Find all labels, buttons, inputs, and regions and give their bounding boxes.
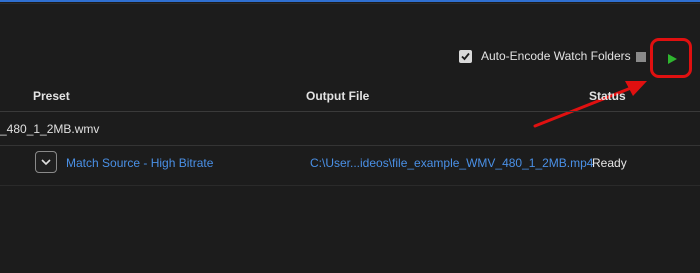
column-header-output[interactable]: Output File <box>306 89 369 103</box>
queue-header: Preset Output File Status <box>0 80 700 112</box>
preset-link[interactable]: Match Source - High Bitrate <box>66 156 213 170</box>
stop-queue-button[interactable] <box>636 52 646 62</box>
column-header-preset[interactable]: Preset <box>33 89 70 103</box>
source-file-row[interactable]: _480_1_2MB.wmv <box>0 112 700 146</box>
column-header-status[interactable]: Status <box>589 89 626 103</box>
divider <box>0 3 700 4</box>
auto-encode-label[interactable]: Auto-Encode Watch Folders <box>481 49 631 63</box>
queue-toolbar: Auto-Encode Watch Folders <box>0 36 700 80</box>
annotation-highlight <box>650 38 692 78</box>
source-file-name: _480_1_2MB.wmv <box>0 122 100 136</box>
window-accent-bar <box>0 0 700 2</box>
preset-dropdown-button[interactable] <box>35 151 57 173</box>
checkmark-icon <box>461 52 470 61</box>
auto-encode-checkbox[interactable] <box>459 50 472 63</box>
divider <box>0 185 700 186</box>
status-text: Ready <box>592 156 627 170</box>
chevron-down-icon <box>41 159 51 166</box>
output-file-link[interactable]: C:\User...ideos\file_example_WMV_480_1_2… <box>310 156 593 170</box>
queue-item-row[interactable]: Match Source - High Bitrate C:\User...id… <box>0 146 700 180</box>
